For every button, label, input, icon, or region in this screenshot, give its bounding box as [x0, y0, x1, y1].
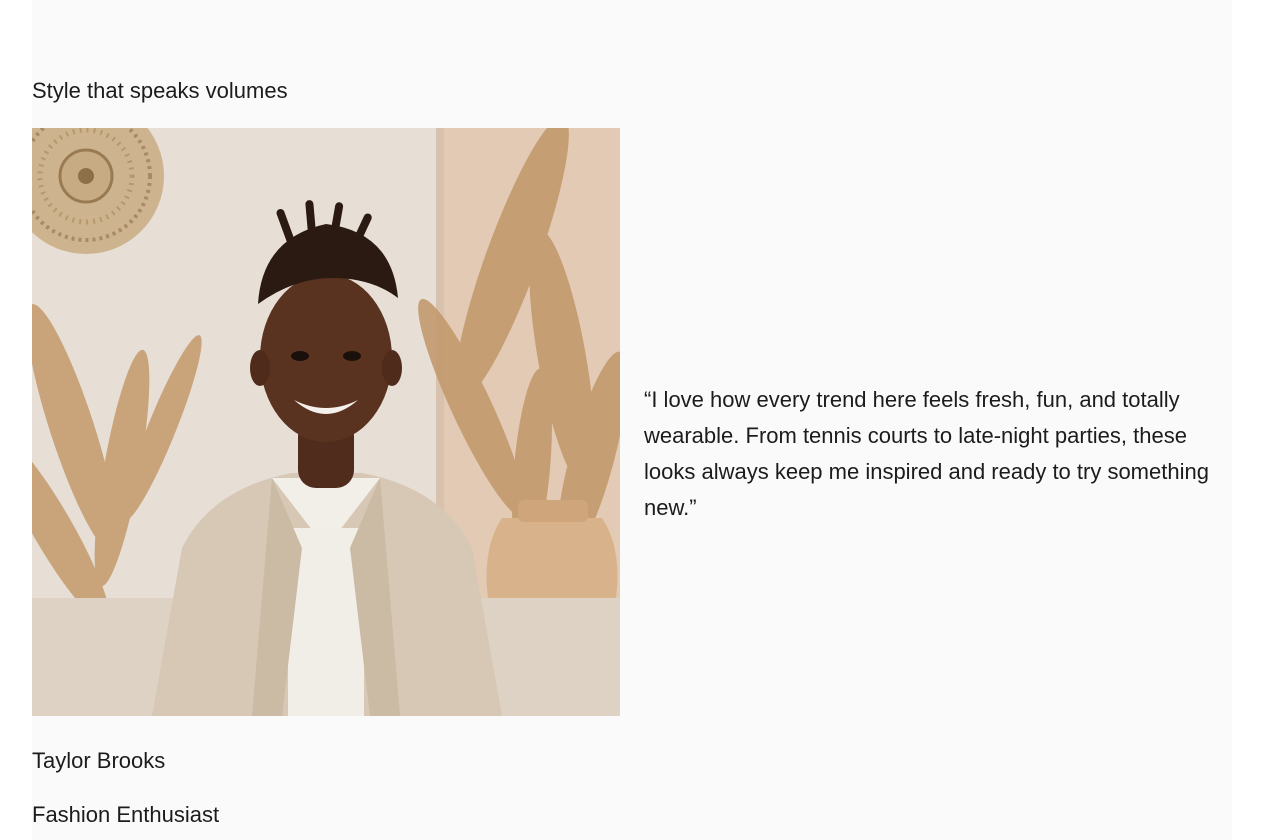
author-name: Taylor Brooks: [32, 748, 166, 773]
testimonial-quote: “I love how every trend here feels fresh…: [644, 387, 1209, 520]
page: Style that speaks volumes “I love how ev…: [0, 0, 1264, 840]
testimonial-photo: [32, 128, 620, 716]
section-heading: Style that speaks volumes: [32, 78, 288, 103]
author-role: Fashion Enthusiast: [32, 802, 220, 827]
